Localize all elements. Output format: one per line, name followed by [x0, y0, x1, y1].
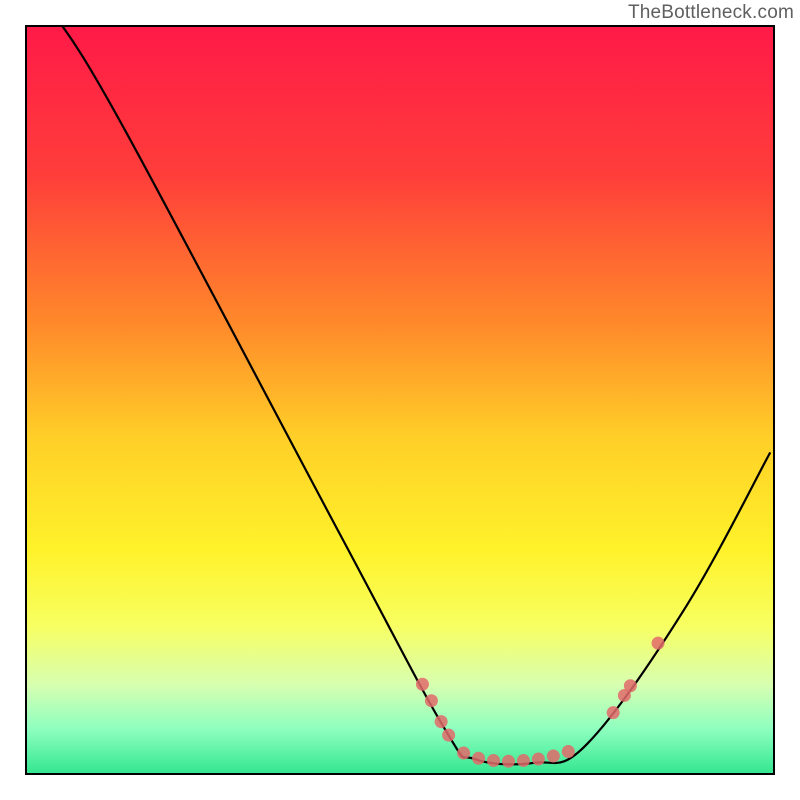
- chart-container: TheBottleneck.com: [0, 0, 800, 800]
- bottleneck-chart: [0, 0, 800, 800]
- data-point: [532, 753, 545, 766]
- data-point: [607, 706, 620, 719]
- gradient-background: [26, 26, 774, 774]
- data-point: [624, 679, 637, 692]
- data-point: [425, 694, 438, 707]
- data-point: [442, 729, 455, 742]
- data-point: [562, 745, 575, 758]
- data-point: [517, 754, 530, 767]
- data-point: [416, 678, 429, 691]
- data-point: [652, 637, 665, 650]
- data-point: [502, 755, 515, 768]
- data-point: [547, 750, 560, 763]
- watermark-text: TheBottleneck.com: [628, 2, 794, 24]
- data-point: [472, 752, 485, 765]
- data-point: [457, 747, 470, 760]
- data-point: [435, 715, 448, 728]
- data-point: [487, 754, 500, 767]
